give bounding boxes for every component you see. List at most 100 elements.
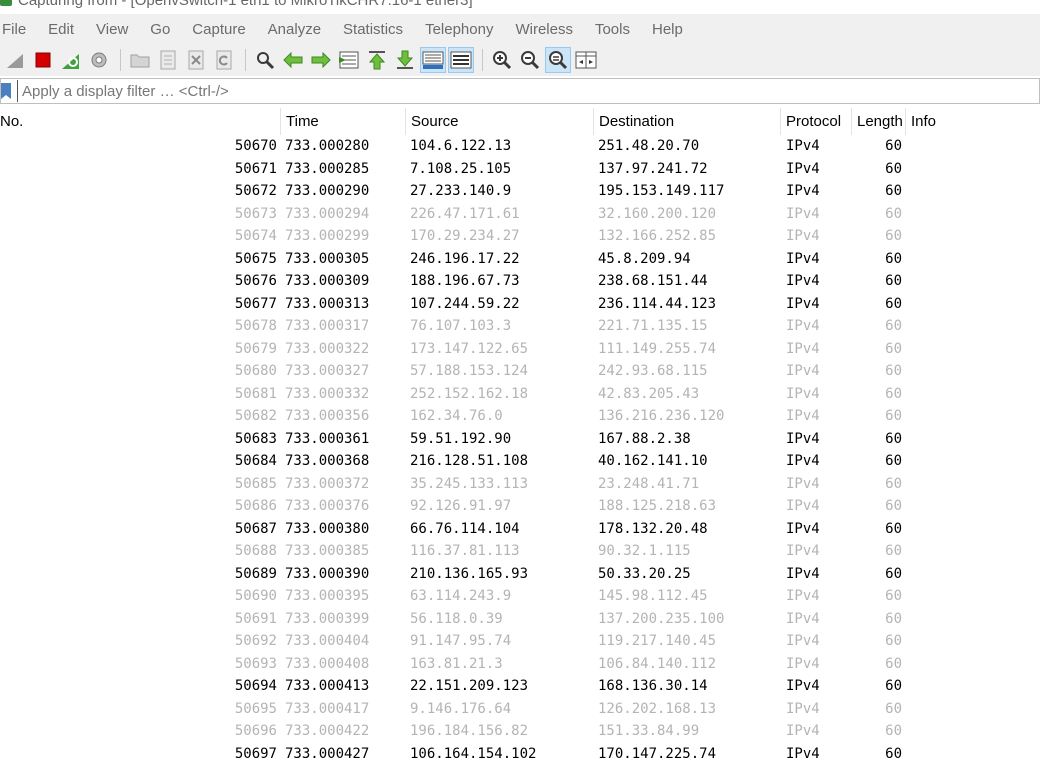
- packet-number: 50695: [234, 700, 277, 717]
- table-row[interactable]: 50691 733.000399 56.118.0.39 137.200.235.10…: [0, 608, 1040, 631]
- packet-source: 162.34.76.0: [410, 408, 503, 424]
- table-row[interactable]: 50675 733.000305 246.196.17.22 45.8.209.94 I…: [0, 248, 1040, 271]
- stop-capture-icon[interactable]: [30, 47, 56, 73]
- go-forward-icon[interactable]: [308, 47, 334, 73]
- packet-destination: 242.93.68.115: [598, 363, 708, 379]
- go-first-icon[interactable]: [364, 47, 390, 73]
- table-row[interactable]: 50689 733.000390 210.136.165.93 50.33.20.25…: [0, 563, 1040, 586]
- start-capture-icon[interactable]: [2, 47, 28, 73]
- table-row[interactable]: 50687 733.000380 66.76.114.104 178.132.20.4…: [0, 518, 1040, 541]
- table-row[interactable]: 50680 733.000327 57.188.153.124 242.93.68.1…: [0, 360, 1040, 383]
- packet-list[interactable]: No. Time Source Destination Protocol Len…: [0, 108, 1040, 771]
- menu-statistics[interactable]: Statistics: [343, 21, 403, 38]
- packet-protocol: IPv4: [786, 565, 820, 582]
- packet-length: 60: [885, 138, 902, 154]
- packet-destination: 42.83.205.43: [598, 385, 700, 402]
- restart-capture-icon[interactable]: [58, 47, 84, 73]
- reload-file-icon[interactable]: [211, 47, 237, 73]
- packet-source: 27.233.140.9: [410, 183, 512, 199]
- table-row[interactable]: 50670 733.000280 104.6.122.13 251.48.20.70 I…: [0, 135, 1040, 158]
- packet-number: 50682: [234, 408, 277, 424]
- zoom-in-icon[interactable]: [489, 47, 515, 73]
- save-file-icon[interactable]: [155, 47, 181, 73]
- table-row[interactable]: 50690 733.000395 63.114.243.9 145.98.112.45…: [0, 585, 1040, 608]
- packet-source: 91.147.95.74: [410, 633, 512, 649]
- find-packet-icon[interactable]: [252, 47, 278, 73]
- table-row[interactable]: 50671 733.000285 7.108.25.105 137.97.241.72…: [0, 158, 1040, 181]
- packet-number: 50697: [234, 745, 277, 762]
- toolbar-separator: [245, 49, 246, 71]
- table-row[interactable]: 50679 733.000322 173.147.122.65 111.149.255…: [0, 338, 1040, 361]
- bookmark-icon[interactable]: [1, 83, 11, 99]
- colorize-icon[interactable]: [448, 47, 474, 73]
- packet-time: 733.000417: [285, 700, 370, 717]
- column-divider[interactable]: [405, 108, 406, 135]
- packet-protocol: IPv4: [786, 520, 820, 537]
- table-row[interactable]: 50692 733.000404 91.147.95.74 119.217.140.4…: [0, 630, 1040, 653]
- column-header-length[interactable]: Length: [857, 113, 903, 130]
- menu-telephony[interactable]: Telephony: [425, 21, 493, 38]
- column-divider[interactable]: [780, 108, 781, 135]
- go-last-icon[interactable]: [392, 47, 418, 73]
- zoom-out-icon[interactable]: [517, 47, 543, 73]
- column-header-destination[interactable]: Destination: [599, 113, 674, 130]
- table-row[interactable]: 50688 733.000385 116.37.81.113 90.32.1.115 I…: [0, 540, 1040, 563]
- packet-length: 60: [885, 363, 902, 379]
- packet-number: 50671: [234, 160, 277, 177]
- table-row[interactable]: 50681 733.000332 252.152.162.18 42.83.205.4…: [0, 383, 1040, 406]
- column-divider[interactable]: [280, 108, 281, 135]
- packet-length: 60: [885, 723, 902, 739]
- packet-protocol: IPv4: [786, 385, 820, 402]
- packet-number: 50692: [234, 633, 277, 649]
- packet-destination: 221.71.135.15: [598, 318, 708, 334]
- menu-help[interactable]: Help: [652, 21, 683, 38]
- normal-size-icon[interactable]: [545, 47, 571, 73]
- table-row[interactable]: 50673 733.000294 226.47.171.61 32.160.200.1…: [0, 203, 1040, 226]
- capture-options-icon[interactable]: [86, 47, 112, 73]
- table-row[interactable]: 50684 733.000368 216.128.51.108 40.162.141.…: [0, 450, 1040, 473]
- column-header-no[interactable]: No.: [0, 113, 23, 130]
- table-row[interactable]: 50695 733.000417 9.146.176.64 126.202.168.1…: [0, 698, 1040, 721]
- table-row[interactable]: 50683 733.000361 59.51.192.90 167.88.2.38 IP…: [0, 428, 1040, 451]
- menu-go[interactable]: Go: [150, 21, 170, 38]
- table-row[interactable]: 50678 733.000317 76.107.103.3 221.71.135.15…: [0, 315, 1040, 338]
- menu-file[interactable]: File: [2, 21, 26, 38]
- table-row[interactable]: 50682 733.000356 162.34.76.0 136.216.236.12…: [0, 405, 1040, 428]
- packet-rows: 50670 733.000280 104.6.122.13 251.48.20.70 I…: [0, 135, 1040, 765]
- resize-columns-icon[interactable]: [573, 47, 599, 73]
- menu-tools[interactable]: Tools: [595, 21, 630, 38]
- table-row[interactable]: 50674 733.000299 170.29.234.27 132.166.252.…: [0, 225, 1040, 248]
- column-header-source[interactable]: Source: [411, 113, 459, 130]
- close-file-icon[interactable]: [183, 47, 209, 73]
- column-divider[interactable]: [593, 108, 594, 135]
- packet-protocol: IPv4: [786, 408, 820, 424]
- packet-destination: 137.200.235.100: [598, 610, 725, 627]
- column-divider[interactable]: [905, 108, 906, 135]
- table-row[interactable]: 50676 733.000309 188.196.67.73 238.68.151.4…: [0, 270, 1040, 293]
- table-row[interactable]: 50694 733.000413 22.151.209.123 168.136.30.…: [0, 675, 1040, 698]
- display-filter-input[interactable]: [17, 80, 1037, 102]
- table-row[interactable]: 50672 733.000290 27.233.140.9 195.153.149.1…: [0, 180, 1040, 203]
- table-row[interactable]: 50677 733.000313 107.244.59.22 236.114.44.1…: [0, 293, 1040, 316]
- table-row[interactable]: 50685 733.000372 35.245.133.113 23.248.41.7…: [0, 473, 1040, 496]
- column-header-info[interactable]: Info: [911, 113, 936, 130]
- packet-time: 733.000317: [285, 318, 370, 334]
- packet-number: 50685: [234, 475, 277, 492]
- column-header-time[interactable]: Time: [286, 113, 319, 130]
- packet-source: 188.196.67.73: [410, 273, 520, 289]
- table-row[interactable]: 50693 733.000408 163.81.21.3 106.84.140.112…: [0, 653, 1040, 676]
- menu-wireless[interactable]: Wireless: [515, 21, 573, 38]
- open-file-icon[interactable]: [127, 47, 153, 73]
- go-to-packet-icon[interactable]: [336, 47, 362, 73]
- table-row[interactable]: 50697 733.000427 106.164.154.102 170.147.22…: [0, 743, 1040, 766]
- column-header-protocol[interactable]: Protocol: [786, 113, 841, 130]
- column-divider[interactable]: [851, 108, 852, 135]
- go-back-icon[interactable]: [280, 47, 306, 73]
- menu-analyze[interactable]: Analyze: [268, 21, 321, 38]
- autoscroll-icon[interactable]: [420, 47, 446, 73]
- menu-view[interactable]: View: [96, 21, 128, 38]
- menu-edit[interactable]: Edit: [48, 21, 74, 38]
- table-row[interactable]: 50686 733.000376 92.126.91.97 188.125.218.6…: [0, 495, 1040, 518]
- table-row[interactable]: 50696 733.000422 196.184.156.82 151.33.84.9…: [0, 720, 1040, 743]
- menu-capture[interactable]: Capture: [192, 21, 245, 38]
